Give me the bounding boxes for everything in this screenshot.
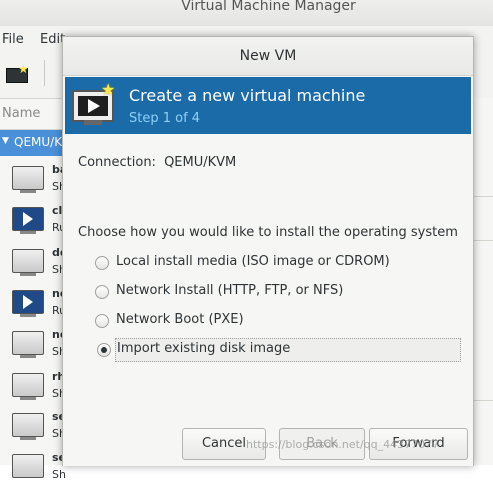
monitor-stand (20, 314, 36, 317)
star-icon: ★ (18, 62, 29, 76)
radio-label[interactable]: Import existing disk image (117, 341, 290, 356)
vm-off-icon (12, 331, 44, 355)
vm-list-right-column (474, 98, 493, 465)
wizard-step-indicator: Step 1 of 4 (129, 111, 201, 126)
install-option-network-boot[interactable]: Network Boot (PXE) (95, 310, 459, 332)
column-name-header[interactable]: Name (2, 106, 40, 121)
vm-off-icon (12, 413, 44, 437)
radio-label[interactable]: Local install media (ISO image or CDROM) (116, 254, 390, 269)
watermark: https://blog.csdn.net/qq_44377077 (246, 438, 440, 451)
connection-value: QEMU/KVM (164, 155, 237, 170)
banner-title: Create a new virtual machine (129, 86, 366, 105)
row-divider (474, 196, 493, 197)
monitor-stand (20, 273, 36, 276)
connection-label: Connection: (78, 155, 156, 170)
connection-row: Connection: QEMU/KVM (78, 155, 236, 170)
main-window-title: Virtual Machine Manager (181, 0, 356, 14)
menu-file[interactable]: File (2, 32, 24, 47)
radio-button-selected[interactable] (97, 343, 111, 357)
wizard-banner: ★ Create a new virtual machine Step 1 of… (65, 77, 471, 134)
monitor-stand (20, 190, 36, 193)
vm-running-icon (12, 290, 44, 314)
new-vm-icon: ★ (72, 80, 116, 128)
row-divider (474, 400, 493, 401)
radio-label[interactable]: Network Boot (PXE) (116, 312, 244, 327)
row-divider (474, 240, 493, 241)
main-window-titlebar: Virtual Machine Manager (0, 0, 493, 26)
new-vm-toolbar-button[interactable]: ★ (4, 62, 29, 86)
dialog-titlebar[interactable]: New VM (63, 37, 473, 76)
vm-off-icon (12, 454, 44, 478)
install-option-import-disk[interactable]: Import existing disk image (97, 338, 461, 362)
vm-off-icon (12, 373, 44, 397)
new-vm-dialog: New VM ★ Create a new virtual machine St… (62, 36, 474, 466)
install-option-local-media[interactable]: Local install media (ISO image or CDROM) (95, 252, 459, 274)
expander-arrow-icon[interactable]: ▼ (2, 136, 9, 146)
monitor-stand (20, 397, 36, 400)
monitor-stand (20, 437, 36, 440)
radio-button[interactable] (95, 285, 109, 299)
vm-status: Sh (52, 468, 66, 481)
vm-running-icon (12, 207, 44, 231)
dialog-title: New VM (239, 48, 297, 64)
radio-label[interactable]: Network Install (HTTP, FTP, or NFS) (116, 283, 343, 298)
radio-button[interactable] (95, 256, 109, 270)
monitor-stand (20, 355, 36, 358)
vm-off-icon (12, 249, 44, 273)
toolbar-separator (44, 60, 45, 86)
vm-name: cl (52, 204, 63, 217)
monitor-stand (20, 231, 36, 234)
install-option-network-install[interactable]: Network Install (HTTP, FTP, or NFS) (95, 281, 459, 303)
vm-off-icon (12, 166, 44, 190)
radio-button[interactable] (95, 314, 109, 328)
install-method-prompt: Choose how you would like to install the… (78, 225, 458, 240)
